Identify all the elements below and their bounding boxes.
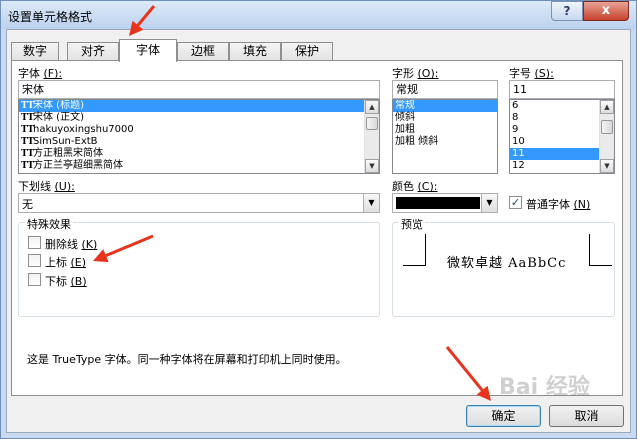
normal-font-label[interactable]: 普通字体 (N) bbox=[526, 196, 590, 212]
font-list-item[interactable]: TT方正粗黑宋简体 bbox=[19, 148, 379, 160]
strikethrough-label[interactable]: 删除线 (K) bbox=[45, 236, 97, 252]
truetype-icon: TT bbox=[21, 149, 35, 159]
font-list-item[interactable]: TThakuyoxingshu7000 bbox=[19, 124, 379, 136]
font-list-item[interactable]: TT宋体 (正文) bbox=[19, 112, 379, 124]
size-list-item-label: 9 bbox=[512, 124, 519, 135]
font-list-item-label: 方正兰亭超细黑简体 bbox=[33, 160, 123, 171]
font-list-item-label: 宋体 (标题) bbox=[33, 100, 84, 111]
preview-baseline bbox=[425, 234, 426, 266]
style-list-item[interactable]: 加粗 bbox=[393, 124, 497, 136]
subscript-checkbox[interactable] bbox=[28, 273, 41, 286]
scroll-thumb[interactable] bbox=[366, 117, 378, 130]
font-list-item-label: 宋体 (正文) bbox=[33, 112, 84, 123]
strikethrough-checkbox[interactable] bbox=[28, 236, 41, 249]
tab-protection[interactable]: 保护 bbox=[281, 42, 333, 61]
scroll-up-icon[interactable]: ▲ bbox=[600, 100, 614, 114]
preview-box: 微软卓越 AaBbCc bbox=[403, 234, 612, 285]
size-list-item-label: 12 bbox=[512, 160, 525, 171]
size-input[interactable]: 11 bbox=[509, 80, 615, 99]
preview-baseline bbox=[403, 265, 425, 266]
size-list-scrollbar[interactable]: ▲ ▼ bbox=[599, 100, 614, 173]
style-list-item-label: 常规 bbox=[395, 100, 415, 111]
truetype-icon: TT bbox=[21, 113, 35, 123]
style-list-item-label: 加粗 bbox=[395, 124, 415, 135]
format-cells-dialog: 设置单元格格式 ? x 数字 对齐 字体 边框 填充 保护 字体 (F): 宋体… bbox=[0, 0, 637, 439]
truetype-icon: TT bbox=[21, 101, 35, 111]
normal-font-checkbox[interactable]: ✓ bbox=[509, 196, 522, 209]
scroll-down-icon[interactable]: ▼ bbox=[365, 159, 379, 173]
font-list-scrollbar[interactable]: ▲ ▼ bbox=[364, 100, 379, 173]
size-list-item-label: 6 bbox=[512, 100, 519, 111]
preview-baseline bbox=[589, 265, 612, 266]
scroll-up-icon[interactable]: ▲ bbox=[365, 100, 379, 114]
style-list-item-label: 加粗 倾斜 bbox=[395, 136, 439, 147]
color-label: 颜色 (C): bbox=[392, 180, 438, 193]
ok-button[interactable]: 确定 bbox=[466, 405, 541, 427]
font-list-item-label: hakuyoxingshu7000 bbox=[33, 124, 134, 135]
font-list-item[interactable]: TT方正兰亭超细黑简体 bbox=[19, 160, 379, 172]
title-bar: 设置单元格格式 ? x bbox=[1, 1, 636, 29]
font-tab-panel: 字体 (F): 宋体 TT宋体 (标题) TT宋体 (正文) TThakuyoxin… bbox=[11, 60, 623, 396]
tab-fill[interactable]: 填充 bbox=[229, 42, 281, 61]
font-list-item-label: 方正粗黑宋简体 bbox=[33, 148, 103, 159]
size-label: 字号 (S): bbox=[509, 67, 554, 80]
preview-text: 微软卓越 AaBbCc bbox=[447, 256, 567, 271]
truetype-note: 这是 TrueType 字体。同一种字体将在屏幕和打印机上同时使用。 bbox=[27, 353, 347, 366]
preview-baseline bbox=[589, 234, 590, 266]
close-button[interactable]: x bbox=[583, 1, 629, 21]
underline-dropdown[interactable]: 无 ▼ bbox=[18, 193, 380, 213]
truetype-icon: TT bbox=[21, 137, 35, 147]
underline-value: 无 bbox=[22, 198, 33, 211]
style-list[interactable]: 常规 倾斜 加粗 加粗 倾斜 bbox=[392, 99, 498, 174]
font-label: 字体 (F): bbox=[18, 67, 63, 80]
color-dropdown[interactable]: ▼ bbox=[392, 193, 498, 213]
scroll-thumb[interactable] bbox=[601, 120, 613, 134]
subscript-label[interactable]: 下标 (B) bbox=[45, 273, 87, 289]
size-list-item-label: 8 bbox=[512, 112, 519, 123]
font-list-item[interactable]: TTSimSun-ExtB bbox=[19, 136, 379, 148]
chevron-down-icon[interactable]: ▼ bbox=[481, 194, 497, 212]
size-list-item-label: 11 bbox=[512, 148, 525, 159]
color-swatch bbox=[396, 197, 480, 209]
style-list-item[interactable]: 常规 bbox=[393, 100, 497, 112]
help-button[interactable]: ? bbox=[551, 1, 583, 21]
font-list-item[interactable]: TT宋体 (标题) bbox=[19, 100, 379, 112]
font-list[interactable]: TT宋体 (标题) TT宋体 (正文) TThakuyoxingshu7000 TTS… bbox=[18, 99, 380, 174]
style-list-item[interactable]: 加粗 倾斜 bbox=[393, 136, 497, 148]
scroll-down-icon[interactable]: ▼ bbox=[600, 159, 614, 173]
style-list-item-label: 倾斜 bbox=[395, 112, 415, 123]
tab-alignment[interactable]: 对齐 bbox=[67, 42, 119, 61]
tab-number[interactable]: 数字 bbox=[11, 42, 59, 61]
tab-border[interactable]: 边框 bbox=[177, 42, 229, 61]
cancel-button[interactable]: 取消 bbox=[549, 405, 624, 427]
size-list-item-label: 10 bbox=[512, 136, 525, 147]
effects-title: 特殊效果 bbox=[25, 216, 73, 232]
truetype-icon: TT bbox=[21, 161, 35, 171]
truetype-icon: TT bbox=[21, 125, 35, 135]
font-list-item-label: SimSun-ExtB bbox=[33, 136, 98, 147]
style-list-item[interactable]: 倾斜 bbox=[393, 112, 497, 124]
effects-group: 特殊效果 删除线 (K) 上标 (E) 下标 (B) bbox=[18, 216, 380, 317]
underline-label: 下划线 (U): bbox=[18, 180, 75, 193]
tab-font[interactable]: 字体 bbox=[119, 39, 177, 62]
dialog-title: 设置单元格格式 bbox=[8, 10, 93, 24]
preview-title: 预览 bbox=[399, 216, 425, 232]
watermark-logo: Bai 经验 bbox=[499, 375, 590, 400]
size-list[interactable]: 6 8 9 10 11 12 ▲ ▼ bbox=[509, 99, 615, 174]
font-input[interactable]: 宋体 bbox=[18, 80, 380, 99]
chevron-down-icon[interactable]: ▼ bbox=[363, 194, 379, 212]
superscript-checkbox[interactable] bbox=[28, 254, 41, 267]
style-input[interactable]: 常规 bbox=[392, 80, 498, 99]
style-label: 字形 (O): bbox=[392, 67, 439, 80]
superscript-label[interactable]: 上标 (E) bbox=[45, 254, 86, 270]
